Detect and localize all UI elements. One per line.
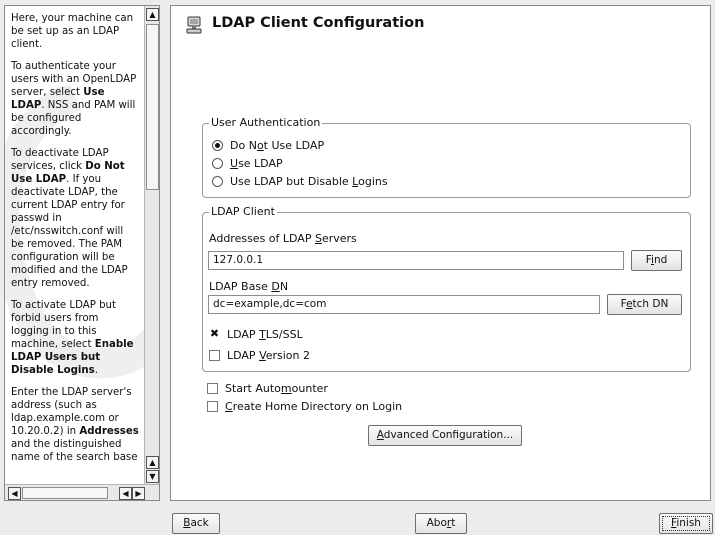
ldap-base-dn-label: LDAP Base DN	[209, 279, 289, 293]
help-pane[interactable]: Here, your machine can be set up as an L…	[4, 5, 160, 501]
ldap-servers-input[interactable]: 127.0.0.1	[208, 251, 624, 270]
scroll-down-button[interactable]: ▼	[146, 470, 159, 483]
radio-button[interactable]	[212, 157, 223, 169]
help-horizontal-scrollbar[interactable]: ◀ ◀ ▶	[5, 484, 159, 500]
radio-label: Use LDAP	[230, 156, 283, 170]
radio-button-selected[interactable]	[212, 139, 223, 151]
scroll-up-button[interactable]: ▲	[146, 456, 159, 469]
scroll-left-button[interactable]: ◀	[8, 487, 21, 500]
radio-do-not-use-ldap[interactable]: Do Not Use LDAP	[212, 137, 324, 153]
radio-use-ldap[interactable]: Use LDAP	[212, 155, 283, 171]
radio-label: Use LDAP but Disable Logins	[230, 174, 388, 188]
fetch-dn-button[interactable]: Fetch DN	[607, 294, 682, 315]
advanced-configuration-button[interactable]: Advanced Configuration...	[368, 425, 522, 446]
scrollbar-thumb[interactable]	[22, 487, 108, 499]
radio-use-ldap-disable-logins[interactable]: Use LDAP but Disable Logins	[212, 173, 388, 189]
create-home-directory-checkbox[interactable]: Create Home Directory on Login	[207, 398, 402, 414]
ldap-servers-label: Addresses of LDAP Servers	[209, 231, 357, 245]
radio-label: Do Not Use LDAP	[230, 138, 325, 152]
scroll-right-button[interactable]: ▶	[132, 487, 145, 500]
start-automounter-checkbox[interactable]: Start Automounter	[207, 380, 328, 396]
group-legend: User Authentication	[209, 116, 323, 129]
computer-icon	[186, 16, 202, 34]
help-paragraph: To authenticate your users with an OpenL…	[11, 61, 137, 137]
ldap-base-dn-input[interactable]: dc=example,dc=com	[208, 295, 600, 314]
scroll-up-button[interactable]: ▲	[146, 8, 159, 21]
ldap-client-group: LDAP Client Addresses of LDAP Servers 12…	[202, 205, 691, 372]
page-title: LDAP Client Configuration	[212, 15, 425, 31]
checkbox-label: Start Automounter	[225, 381, 328, 395]
help-paragraph: Here, your machine can be set up as an L…	[11, 13, 134, 50]
ldap-tls-ssl-checkbox[interactable]: ✖ LDAP TLS/SSL	[209, 326, 303, 342]
main-pane: LDAP Client Configuration User Authentic…	[170, 5, 711, 501]
checkbox-label: LDAP Version 2	[227, 348, 311, 362]
ldap-version-2-checkbox[interactable]: LDAP Version 2	[209, 347, 310, 363]
checkbox[interactable]	[207, 382, 218, 394]
group-legend: LDAP Client	[209, 205, 277, 218]
help-text: Here, your machine can be set up as an L…	[11, 12, 139, 473]
back-button[interactable]: Back	[172, 513, 220, 534]
checkbox-label: LDAP TLS/SSL	[227, 327, 303, 341]
scroll-left-button[interactable]: ◀	[119, 487, 132, 500]
help-paragraph: To deactivate LDAP services, click Do No…	[11, 148, 128, 289]
scrollbar-thumb[interactable]	[146, 24, 159, 190]
user-authentication-group: User Authentication Do Not Use LDAP Use …	[202, 116, 691, 198]
find-button[interactable]: Find	[631, 250, 682, 271]
help-paragraph: Enter the LDAP server's address (such as…	[11, 387, 139, 463]
checkbox[interactable]	[207, 400, 218, 412]
finish-button[interactable]: Finish	[659, 513, 713, 534]
radio-button[interactable]	[212, 175, 223, 187]
help-vertical-scrollbar[interactable]: ▲ ▲ ▼	[144, 6, 159, 484]
help-paragraph: To activate LDAP but forbid users from l…	[11, 300, 134, 376]
checkbox-checked[interactable]: ✖	[209, 328, 220, 340]
checkbox-label: Create Home Directory on Login	[225, 399, 403, 413]
checkbox[interactable]	[209, 349, 220, 361]
abort-button[interactable]: Abort	[415, 513, 467, 534]
